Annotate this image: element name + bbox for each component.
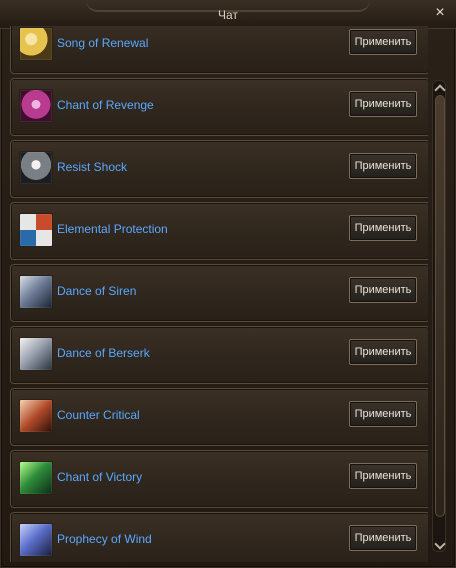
scrollbar-thumb[interactable] — [435, 95, 445, 517]
apply-button[interactable]: Применить — [349, 29, 417, 55]
window-title: Чат — [218, 8, 238, 22]
apply-button[interactable]: Применить — [349, 463, 417, 489]
apply-button[interactable]: Применить — [349, 339, 417, 365]
song-of-renewal-icon — [19, 27, 53, 61]
buff-name: Dance of Siren — [57, 284, 137, 298]
prophecy-of-wind-icon — [19, 523, 53, 557]
elemental-protection-icon — [19, 213, 53, 247]
buff-name: Prophecy of Wind — [57, 532, 152, 546]
buff-name: Resist Shock — [57, 160, 128, 174]
buff-name: Counter Critical — [57, 408, 140, 422]
list-item: Chant of Victory Применить — [10, 450, 428, 508]
apply-button[interactable]: Применить — [349, 401, 417, 427]
buff-name: Dance of Berserk — [57, 346, 150, 360]
list-item: Dance of Berserk Применить — [10, 326, 428, 384]
apply-button[interactable]: Применить — [349, 215, 417, 241]
buff-name: Song of Renewal — [57, 36, 149, 50]
apply-button[interactable]: Применить — [349, 525, 417, 551]
list-item: Prophecy of Wind Применить — [10, 512, 428, 562]
chant-of-victory-icon — [19, 461, 53, 495]
buff-name: Elemental Protection — [57, 222, 168, 236]
buff-name: Chant of Victory — [57, 470, 143, 484]
resist-shock-icon — [19, 151, 53, 185]
list-item: Counter Critical Применить — [10, 388, 428, 446]
list-item: Resist Shock Применить — [10, 140, 428, 198]
chat-window: Чат × Song of Renewal Применить Chant of… — [0, 0, 456, 568]
apply-button[interactable]: Применить — [349, 91, 417, 117]
counter-critical-icon — [19, 399, 53, 433]
dance-of-berserk-icon — [19, 337, 53, 371]
close-icon[interactable]: × — [432, 5, 448, 21]
list-item: Song of Renewal Применить — [10, 26, 428, 74]
buff-list: Song of Renewal Применить Chant of Reven… — [10, 26, 428, 562]
apply-button[interactable]: Применить — [349, 153, 417, 179]
dance-of-siren-icon — [19, 275, 53, 309]
title-bar: Чат × — [0, 0, 456, 29]
buff-name: Chant of Revenge — [57, 98, 154, 112]
list-scrollbar[interactable] — [432, 80, 446, 552]
list-item: Dance of Siren Применить — [10, 264, 428, 322]
chant-of-revenge-icon — [19, 89, 53, 123]
apply-button[interactable]: Применить — [349, 277, 417, 303]
list-item: Elemental Protection Применить — [10, 202, 428, 260]
list-item: Chant of Revenge Применить — [10, 78, 428, 136]
